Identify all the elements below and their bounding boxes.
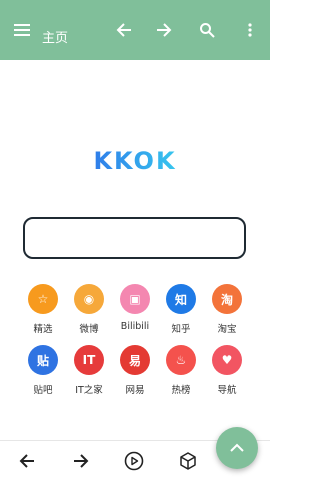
scroll-up-button[interactable] [216, 427, 258, 469]
shortcut-weibo[interactable]: ◉ 微博 [66, 284, 112, 345]
brand-logo: KKOK [0, 138, 270, 186]
shortcut-label: 微博 [79, 324, 99, 335]
tieba-icon: 贴 [28, 345, 58, 375]
shortcut-label: 导航 [217, 385, 237, 396]
more-vert-icon[interactable] [236, 0, 264, 60]
shortcut-label: 贴吧 [33, 385, 53, 396]
forward-icon[interactable] [63, 441, 99, 480]
play-circle-icon[interactable] [116, 441, 152, 480]
search-box[interactable] [23, 217, 246, 259]
shortcut-taobao[interactable]: 淘 淘宝 [204, 284, 250, 345]
top-app-bar: 主页 [0, 0, 270, 60]
shortcut-label: 知乎 [171, 324, 191, 335]
flame-icon: ♨ [166, 345, 196, 375]
shortcut-label: 淘宝 [217, 324, 237, 335]
shortcut-label: Bilibili [120, 321, 150, 332]
zhihu-icon: 知 [166, 284, 196, 314]
shortcut-jingxuan[interactable]: ☆ 精选 [20, 284, 66, 345]
shortcut-hot-list[interactable]: ♨ 热榜 [158, 345, 204, 406]
ithome-icon: IT [74, 345, 104, 375]
shortcut-zhihu[interactable]: 知 知乎 [158, 284, 204, 345]
shortcut-navigation[interactable]: ♥ 导航 [204, 345, 250, 406]
bilibili-icon: ▣ [120, 284, 150, 314]
shortcut-label: 热榜 [171, 385, 191, 396]
weibo-icon: ◉ [74, 284, 104, 314]
shortcut-bilibili[interactable]: ▣ Bilibili [112, 284, 158, 345]
page-title: 主页 [42, 31, 69, 46]
netease-icon: 易 [120, 345, 150, 375]
back-icon[interactable] [9, 441, 45, 480]
shortcut-netease[interactable]: 易 网易 [112, 345, 158, 406]
heart-icon: ♥ [212, 345, 242, 375]
shortcut-tieba[interactable]: 贴 贴吧 [20, 345, 66, 406]
arrow-left-icon[interactable] [110, 0, 138, 60]
star-icon: ☆ [28, 284, 58, 314]
box-3d-icon[interactable] [170, 441, 206, 480]
arrow-right-icon[interactable] [150, 0, 178, 60]
shortcut-label: 网易 [125, 385, 145, 396]
shortcut-grid: ☆ 精选 ◉ 微博 ▣ Bilibili 知 知乎 淘 淘宝 贴 贴吧 IT I… [20, 284, 250, 406]
shortcut-label: IT之家 [75, 385, 103, 396]
search-icon[interactable] [193, 0, 221, 60]
logo-text: KKOK [93, 147, 176, 175]
chevron-up-icon [230, 443, 244, 452]
shortcut-label: 精选 [33, 324, 53, 335]
taobao-icon: 淘 [212, 284, 242, 314]
search-input[interactable] [25, 219, 244, 257]
shortcut-ithome[interactable]: IT IT之家 [66, 345, 112, 406]
menu-icon[interactable] [8, 0, 36, 60]
